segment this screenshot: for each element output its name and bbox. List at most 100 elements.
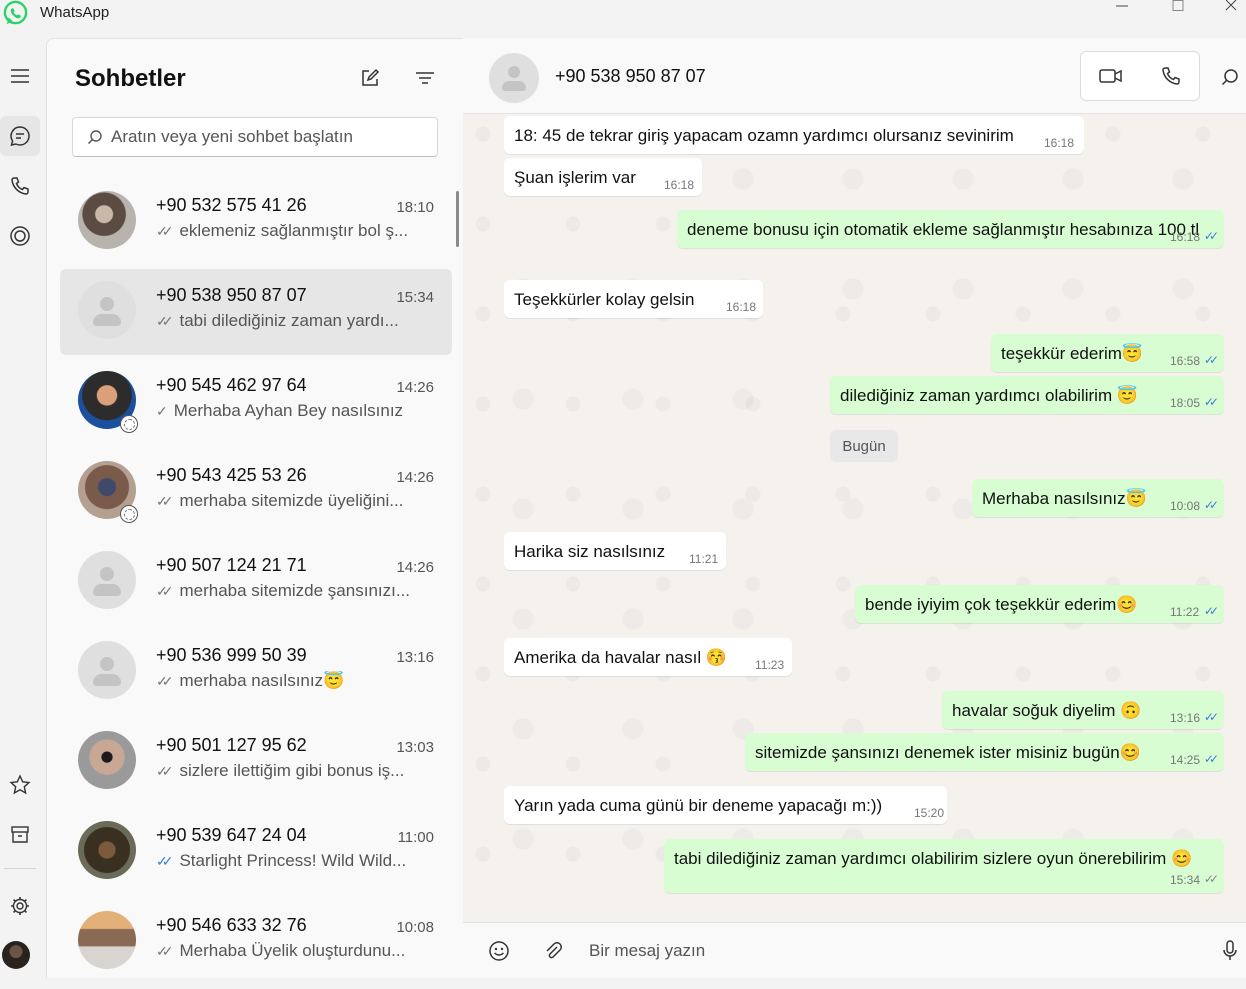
chat-list-item[interactable]: +90 536 999 50 39 13:16 ✓✓ merhaba nasılsın…	[60, 629, 452, 715]
message-text: Yarın yada cuma günü bir deneme yapacağı…	[514, 796, 883, 815]
new-chat-button[interactable]	[353, 61, 387, 95]
contact-avatar[interactable]	[489, 53, 539, 103]
chat-preview: ✓✓ merhaba sitemizde üyeliğini...	[156, 491, 426, 511]
archive-icon	[11, 826, 29, 843]
attach-button[interactable]	[536, 934, 570, 968]
chat-avatar	[78, 281, 136, 339]
search-box[interactable]	[72, 117, 438, 157]
profile-avatar[interactable]	[2, 941, 30, 969]
nav-status-button[interactable]	[0, 216, 40, 256]
message-text: Amerika da havalar nasıl 😚	[514, 648, 727, 667]
message-time: 16:18	[1170, 230, 1201, 244]
outgoing-message[interactable]: tabi dilediğiniz zaman yardımcı olabilir…	[664, 839, 1224, 893]
chat-list-item[interactable]: +90 501 127 95 62 13:03 ✓✓ sizlere ilettiği…	[60, 719, 452, 805]
search-input[interactable]	[111, 118, 431, 156]
chat-name: +90 507 124 21 71	[156, 555, 307, 575]
voice-call-button[interactable]	[1141, 52, 1201, 100]
search-icon	[1221, 69, 1238, 86]
message-tick-icon: ✓✓	[1203, 872, 1219, 886]
message-text: tabi dilediğiniz zaman yardımcı olabilir…	[674, 849, 1193, 868]
menu-button[interactable]	[0, 56, 40, 96]
message-time: 16:18	[1044, 136, 1075, 150]
contact-name[interactable]: +90 538 950 87 07	[555, 66, 706, 87]
chat-preview-text: Merhaba Üyelik oluşturdunu...	[179, 941, 406, 960]
chat-avatar	[78, 821, 136, 879]
incoming-message[interactable]: Teşekkürler kolay gelsin 16:18	[504, 280, 763, 318]
outgoing-message[interactable]: havalar soğuk diyelim 🙃 13:16 ✓✓	[942, 691, 1224, 729]
date-divider: Bugün	[830, 430, 898, 462]
message-tick-icon: ✓✓	[156, 493, 174, 509]
filter-icon	[416, 72, 434, 84]
message-tick-icon: ✓✓	[156, 853, 174, 869]
chat-list-item[interactable]: +90 545 462 97 64 14:26 ✓ Merhaba Ayhan Bey…	[60, 359, 452, 445]
message-input[interactable]	[589, 933, 1149, 969]
message-time: 18:05	[1170, 396, 1201, 410]
video-call-button[interactable]	[1081, 52, 1141, 100]
voice-message-button[interactable]	[1213, 934, 1246, 968]
outgoing-message[interactable]: sitemizde şansınızı denemek ister misini…	[745, 733, 1224, 771]
chat-preview-text: tabi dilediğiniz zaman yardı...	[179, 311, 399, 330]
nav-archive-button[interactable]	[0, 815, 40, 855]
outgoing-message[interactable]: deneme bonusu için otomatik ekleme sağla…	[677, 210, 1224, 248]
chat-time: 13:03	[396, 739, 434, 756]
chat-time: 15:34	[396, 289, 434, 306]
nav-starred-button[interactable]	[0, 765, 40, 805]
message-text: sitemizde şansınızı denemek ister misini…	[755, 743, 1141, 762]
scrollbar[interactable]	[456, 191, 459, 247]
emoji-button[interactable]	[482, 934, 516, 968]
chat-preview: ✓✓ sizlere ilettiğim gibi bonus iş...	[156, 761, 426, 781]
filter-button[interactable]	[408, 61, 442, 95]
incoming-message[interactable]: 18: 45 de tekrar giriş yapacam ozamn yar…	[504, 116, 1084, 154]
chat-list-item[interactable]: +90 532 575 41 26 18:10 ✓✓ eklemeniz sağlan…	[60, 179, 452, 265]
outgoing-message[interactable]: Merhaba nasılsınız😇 10:08 ✓✓	[972, 479, 1224, 517]
message-list: Bugün 18: 45 de tekrar giriş yapacam oza…	[463, 114, 1246, 922]
message-time: 15:20	[914, 806, 945, 820]
chat-list-item[interactable]: +90 538 950 87 07 15:34 ✓✓ tabi dilediğiniz…	[60, 269, 452, 355]
message-tick-icon: ✓✓	[156, 763, 174, 779]
incoming-message[interactable]: Şuan işlerim var 16:18	[504, 158, 702, 196]
outgoing-message[interactable]: bende iyiyim çok teşekkür ederim😊 11:22 ✓✓	[855, 585, 1224, 623]
message-time: 11:23	[755, 658, 785, 672]
call-buttons	[1080, 51, 1200, 101]
chat-list: +90 532 575 41 26 18:10 ✓✓ eklemeniz sağlan…	[60, 179, 452, 989]
message-text: deneme bonusu için otomatik ekleme sağla…	[687, 220, 1200, 239]
message-time: 15:34	[1170, 873, 1201, 887]
search-messages-button[interactable]	[1213, 60, 1246, 94]
nav-settings-button[interactable]	[0, 886, 40, 926]
conversation-header: +90 538 950 87 07	[463, 38, 1246, 114]
chat-avatar	[78, 191, 136, 249]
chat-time: 18:10	[396, 199, 434, 216]
nav-calls-button[interactable]	[0, 166, 40, 206]
chat-preview: ✓✓ tabi dilediğiniz zaman yardı...	[156, 311, 426, 331]
chat-time: 10:08	[396, 919, 434, 936]
message-time: 16:18	[664, 178, 695, 192]
outgoing-message[interactable]: teşekkür ederim😇 16:58 ✓✓	[991, 334, 1224, 372]
incoming-message[interactable]: Harika siz nasılsınız 11:21	[504, 532, 726, 570]
maximize-icon[interactable]	[1170, 0, 1210, 14]
chat-preview: ✓✓ Merhaba Üyelik oluşturdunu...	[156, 941, 426, 961]
message-text: dilediğiniz zaman yardımcı olabilirim 😇	[840, 386, 1138, 405]
chat-list-item[interactable]: +90 543 425 53 26 14:26 ✓✓ merhaba sitemizd…	[60, 449, 452, 535]
hamburger-icon	[11, 69, 29, 83]
chat-preview-text: Merhaba Ayhan Bey nasılsınız	[173, 401, 404, 420]
incoming-message[interactable]: Amerika da havalar nasıl 😚 11:23	[504, 638, 792, 676]
message-text: Harika siz nasılsınız	[514, 542, 666, 561]
minimize-icon[interactable]	[1116, 0, 1156, 14]
chat-avatar	[78, 911, 136, 969]
nav-chats-button[interactable]	[0, 116, 40, 156]
chat-preview-text: merhaba nasılsınız😇	[179, 671, 345, 690]
chat-list-item[interactable]: +90 507 124 21 71 14:26 ✓✓ merhaba sitemizd…	[60, 539, 452, 625]
close-icon[interactable]	[1224, 0, 1246, 14]
chat-preview: ✓ Merhaba Ayhan Bey nasılsınız	[156, 401, 426, 421]
message-time: 10:08	[1170, 499, 1201, 513]
incoming-message[interactable]: Yarın yada cuma günü bir deneme yapacağı…	[504, 786, 947, 824]
chat-name: +90 536 999 50 39	[156, 645, 307, 665]
outgoing-message[interactable]: dilediğiniz zaman yardımcı olabilirim 😇 1…	[830, 376, 1224, 414]
message-time: 13:16	[1170, 711, 1201, 725]
chat-time: 11:00	[397, 829, 434, 846]
chat-list-item[interactable]: +90 546 633 32 76 10:08 ✓✓ Merhaba Üyelik o…	[60, 899, 452, 985]
chat-avatar	[78, 731, 136, 789]
message-text: bende iyiyim çok teşekkür ederim😊	[865, 595, 1138, 614]
chat-name: +90 538 950 87 07	[156, 285, 307, 305]
chat-list-item[interactable]: +90 539 647 24 04 11:00 ✓✓ Starlight Prince…	[60, 809, 452, 895]
